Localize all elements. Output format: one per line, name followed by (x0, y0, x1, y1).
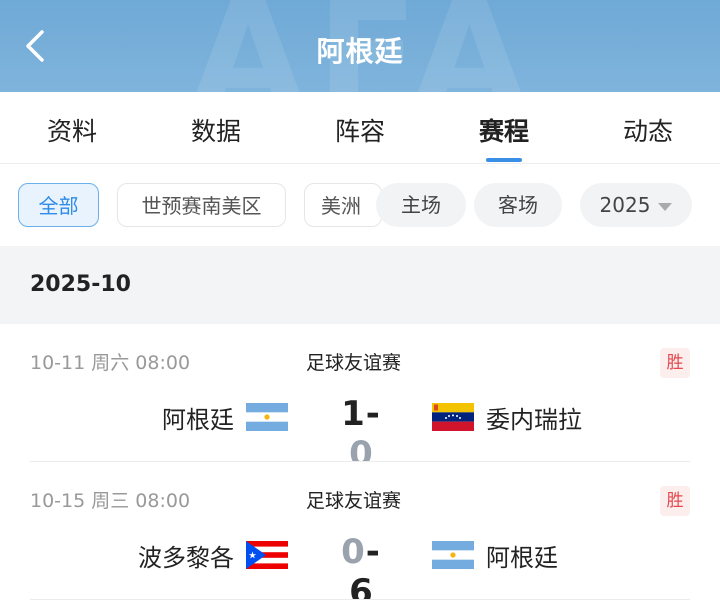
argentina-flag-icon (246, 403, 288, 431)
filter-all-chip[interactable]: 全部 (18, 183, 99, 227)
away-team-name: 阿根廷 (486, 544, 558, 572)
away-team-name: 委内瑞拉 (486, 406, 582, 434)
home-team-name: 波多黎各 (138, 544, 234, 572)
match-row[interactable]: 10-11 周六 08:00 足球友谊赛 胜 阿根廷 1-0 委内瑞拉 (0, 324, 720, 474)
month-label: 2025-10 (30, 272, 131, 297)
home-team-name: 阿根廷 (162, 406, 234, 434)
match-row[interactable]: 10-15 周三 08:00 足球友谊赛 胜 波多黎各 0-6 阿根廷 (0, 462, 720, 600)
tab-news[interactable]: 动态 (623, 112, 673, 148)
tab-stats[interactable]: 数据 (191, 112, 241, 148)
result-badge: 胜 (660, 348, 690, 378)
home-score: 1 (341, 394, 365, 434)
match-competition: 足球友谊赛 (306, 352, 402, 374)
filter-away-chip[interactable]: 客场 (474, 183, 562, 227)
active-tab-indicator (486, 158, 522, 162)
match-score: 0-6 (330, 532, 392, 600)
year-select-value: 2025 (599, 193, 651, 217)
puerto-rico-flag-icon (246, 541, 288, 569)
away-score: 6 (349, 572, 373, 600)
year-select[interactable]: 2025 (580, 183, 692, 227)
home-score: 0 (341, 532, 365, 572)
argentina-flag-icon (432, 541, 474, 569)
match-date: 10-11 周六 08:00 (30, 352, 191, 374)
tab-lineup[interactable]: 阵容 (335, 112, 385, 148)
match-competition: 足球友谊赛 (306, 490, 402, 512)
caret-down-icon (658, 202, 673, 211)
filter-wc-qualifier-chip[interactable]: 世预赛南美区 (117, 183, 286, 227)
result-badge: 胜 (660, 486, 690, 516)
month-section-header: 2025-10 (0, 246, 720, 324)
tab-profile[interactable]: 资料 (47, 112, 97, 148)
page-title: 阿根廷 (316, 35, 404, 68)
venezuela-flag-icon (432, 403, 474, 431)
header-bar: AFA 阿根廷 (0, 0, 720, 92)
tab-schedule[interactable]: 赛程 (479, 112, 529, 148)
filter-bar: 全部 世预赛南美区 美洲 主场 客场 2025 (0, 164, 720, 246)
filter-home-chip[interactable]: 主场 (376, 183, 466, 227)
tab-bar: 资料 数据 阵容 赛程 动态 (0, 92, 720, 164)
filter-americas-chip[interactable]: 美洲 (304, 183, 382, 227)
match-date: 10-15 周三 08:00 (30, 490, 191, 512)
